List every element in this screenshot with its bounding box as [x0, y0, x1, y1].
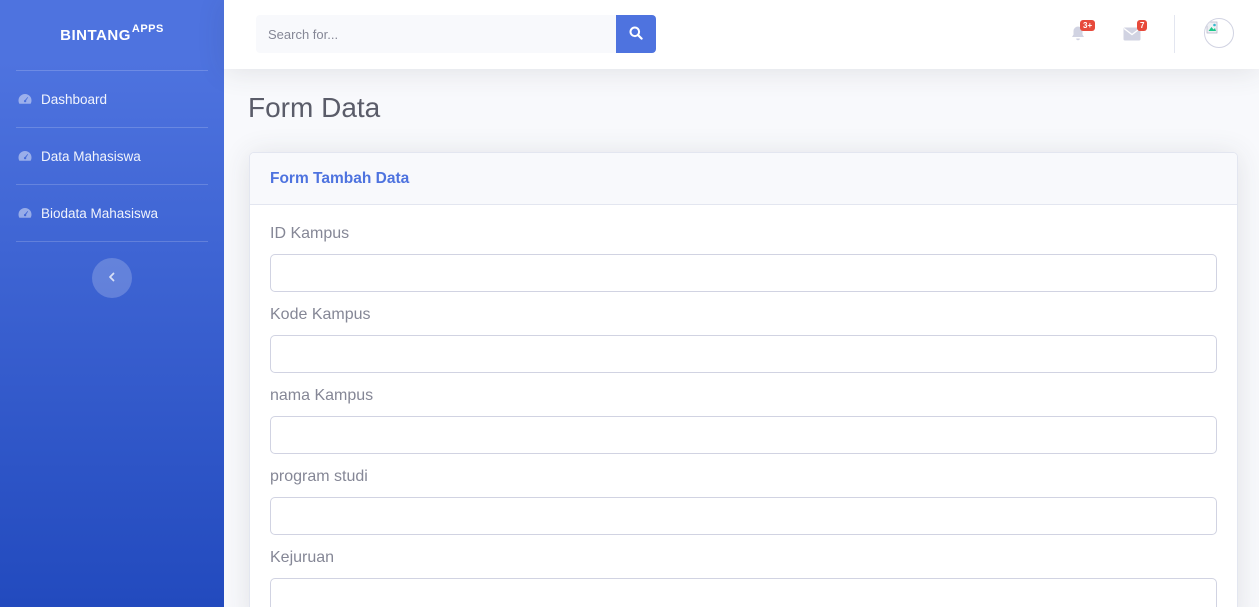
alerts-badge: 3+	[1080, 20, 1096, 31]
kode-kampus-label: Kode Kampus	[270, 306, 371, 323]
program-studi-field[interactable]	[270, 497, 1217, 535]
brand-name: BINTANG	[60, 26, 131, 44]
id-kampus-label: ID Kampus	[270, 225, 350, 242]
sidebar-toggle-button[interactable]	[92, 258, 132, 298]
sidebar-item-data-mahasiswa[interactable]: Data Mahasiswa	[0, 128, 224, 184]
sidebar-toggle-wrap	[0, 242, 224, 298]
alerts-dropdown[interactable]: 3+	[1070, 20, 1096, 44]
sidebar-item-label: Biodata Mahasiswa	[41, 205, 159, 221]
program-studi-label: program studi	[270, 468, 368, 485]
page-title: Form Data	[248, 92, 381, 123]
chevron-left-icon	[107, 269, 117, 287]
sidebar-item-biodata-mahasiswa[interactable]: Biodata Mahasiswa	[0, 185, 224, 241]
topbar: 3+ 7	[224, 0, 1259, 69]
search-button[interactable]	[616, 15, 656, 53]
user-avatar[interactable]	[1204, 18, 1234, 48]
form-card: Form Tambah Data ID Kampus Kode Kampus n…	[249, 152, 1238, 607]
nama-kampus-label: nama Kampus	[270, 387, 374, 404]
sidebar-item-label: Dashboard	[41, 91, 108, 107]
form-body: ID Kampus Kode Kampus nama Kampus progra…	[250, 205, 1237, 607]
kejuruan-field[interactable]	[270, 578, 1217, 607]
form-group-program-studi: program studi	[270, 468, 1217, 535]
tachometer-icon	[17, 148, 33, 164]
tachometer-icon	[17, 91, 33, 107]
tachometer-icon	[17, 205, 33, 221]
sidebar-item-dashboard[interactable]: Dashboard	[0, 71, 224, 127]
sidebar: BINTANG APPS Dashboard Data Mahasiswa Bio…	[0, 0, 224, 607]
search-input[interactable]	[256, 15, 616, 53]
messages-badge: 7	[1137, 20, 1148, 31]
form-group-kode-kampus: Kode Kampus	[270, 306, 1217, 373]
search-bar	[256, 15, 656, 53]
search-icon	[629, 26, 643, 43]
form-group-kejuruan: Kejuruan	[270, 549, 1217, 607]
nama-kampus-field[interactable]	[270, 416, 1217, 454]
sidebar-item-label: Data Mahasiswa	[41, 148, 141, 164]
topbar-divider	[1174, 15, 1175, 53]
card-title: Form Tambah Data	[270, 169, 410, 187]
form-group-nama-kampus: nama Kampus	[270, 387, 1217, 454]
kejuruan-label: Kejuruan	[270, 549, 335, 566]
brand-logo[interactable]: BINTANG APPS	[0, 0, 224, 70]
kode-kampus-field[interactable]	[270, 335, 1217, 373]
messages-dropdown[interactable]: 7	[1123, 20, 1148, 44]
card-header: Form Tambah Data	[250, 153, 1237, 205]
brand-sup: APPS	[131, 23, 164, 35]
form-group-id-kampus: ID Kampus	[270, 225, 1217, 292]
id-kampus-field[interactable]	[270, 254, 1217, 292]
